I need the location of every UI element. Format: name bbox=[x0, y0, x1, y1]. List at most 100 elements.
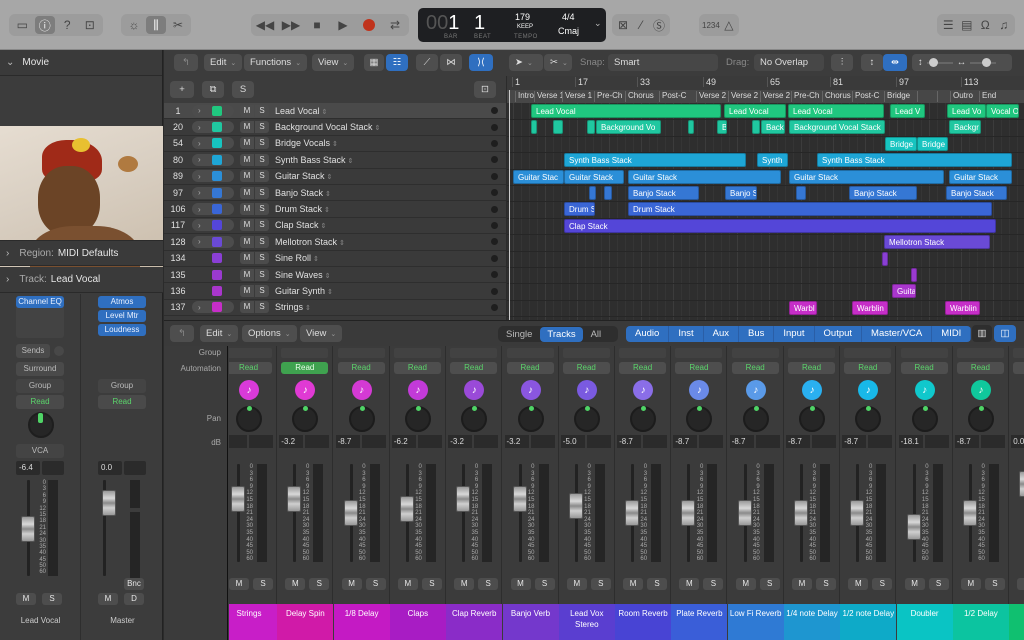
track-row[interactable]: 134 M S Sine Roll ⇕ bbox=[164, 251, 506, 267]
region[interactable]: Lead Vocal bbox=[531, 104, 721, 118]
marker[interactable]: Bridge bbox=[884, 91, 917, 102]
region[interactable]: Drum Stack bbox=[628, 202, 992, 217]
channel-name[interactable]: Doubler bbox=[896, 604, 953, 640]
channel-name[interactable]: Banjo Verb bbox=[502, 604, 559, 640]
waveform-icon[interactable]: ⫶ bbox=[831, 54, 853, 71]
solo-icon[interactable]: Ⓢ bbox=[651, 16, 667, 34]
solo-button[interactable]: S bbox=[255, 137, 269, 150]
volume-value[interactable]: -8.7 bbox=[617, 435, 642, 448]
list-icon[interactable]: ☰ bbox=[940, 16, 957, 34]
track-row[interactable]: 128 › M S Mellotron Stack ⇕ bbox=[164, 234, 506, 251]
channel-name[interactable]: 1/8 Delay bbox=[333, 604, 390, 640]
region[interactable]: Lead Vo bbox=[947, 104, 986, 118]
mute-button[interactable]: M bbox=[240, 137, 254, 150]
region[interactable]: Guitar Stack bbox=[564, 169, 624, 184]
solo-button[interactable]: S bbox=[255, 301, 269, 314]
record-enable-dot[interactable] bbox=[491, 238, 498, 246]
dim-button[interactable]: D bbox=[124, 593, 144, 605]
solo-button[interactable]: S bbox=[759, 578, 780, 590]
mute-button[interactable]: M bbox=[240, 186, 254, 199]
track-expand[interactable]: › bbox=[192, 104, 234, 117]
channel-name[interactable]: Delay Spin bbox=[277, 604, 334, 640]
track-name[interactable]: Sine Roll ⇕ bbox=[275, 253, 491, 263]
track-name[interactable]: Synth Bass Stack ⇕ bbox=[275, 155, 491, 165]
track-row[interactable]: 136 M S Guitar Synth ⇕ bbox=[164, 283, 506, 300]
track-expand[interactable] bbox=[192, 269, 234, 281]
region[interactable] bbox=[688, 120, 694, 135]
mute-button[interactable]: M bbox=[397, 578, 418, 590]
track-row[interactable]: 97 › M S Banjo Stack ⇕ bbox=[164, 185, 506, 202]
region[interactable]: Clap Stack bbox=[564, 218, 996, 233]
mixer-options-menu[interactable]: Options ⌄ bbox=[242, 325, 297, 342]
cycle-icon[interactable]: ⇄ bbox=[384, 16, 406, 34]
arrange-grid[interactable]: Lead Vocal Lead Vocal Lead Vocal Lead V Lead… bbox=[507, 103, 1024, 320]
notepad-icon[interactable]: ▤ bbox=[959, 16, 976, 34]
region[interactable]: Guitar Stac bbox=[513, 169, 564, 184]
marker-track[interactable]: Intro Verse 1 Verse 1 Pre-Ch Chorus Post-C Ver… bbox=[507, 90, 1024, 103]
marker[interactable]: Chorus bbox=[822, 91, 852, 102]
mute-button[interactable]: M bbox=[240, 285, 254, 298]
region[interactable] bbox=[911, 268, 917, 282]
help-icon[interactable]: ? bbox=[57, 16, 78, 34]
rewind-icon[interactable]: ◀◀ bbox=[254, 16, 276, 34]
volume-value[interactable]: -5.0 bbox=[560, 435, 585, 448]
mute-button[interactable]: M bbox=[240, 252, 254, 265]
track-expand[interactable] bbox=[192, 252, 234, 264]
send-knob[interactable] bbox=[54, 346, 64, 356]
mute-button[interactable]: M bbox=[240, 153, 254, 166]
volume-fader[interactable] bbox=[512, 485, 527, 512]
group-slot[interactable] bbox=[675, 348, 723, 358]
scissors-tool[interactable]: ✂ ⌄ bbox=[544, 54, 572, 71]
marker[interactable]: Pre-Ch bbox=[791, 91, 822, 102]
track-row[interactable]: 89 › M S Guitar Stack ⇕ bbox=[164, 169, 506, 185]
mute-button[interactable]: M bbox=[98, 593, 118, 605]
mute-button[interactable]: M bbox=[566, 578, 587, 590]
global-solo-button[interactable]: S bbox=[232, 81, 254, 98]
region[interactable]: Warblin bbox=[852, 300, 888, 315]
mute-button[interactable]: M bbox=[510, 578, 531, 590]
track-name[interactable]: Guitar Stack ⇕ bbox=[275, 171, 491, 181]
automation-mode[interactable]: Read bbox=[393, 362, 441, 374]
channel-name[interactable]: 1/2 Delay bbox=[952, 604, 1009, 640]
mixer-edit-menu[interactable]: Edit ⌄ bbox=[200, 325, 239, 342]
region[interactable] bbox=[752, 120, 760, 135]
volume-value[interactable]: -8.7 bbox=[673, 435, 698, 448]
track-expand[interactable]: › bbox=[192, 203, 234, 216]
volume-value[interactable]: -8.7 bbox=[954, 435, 979, 448]
track-row[interactable]: 80 › M S Synth Bass Stack ⇕ bbox=[164, 152, 506, 169]
region[interactable]: Bridge bbox=[885, 136, 917, 151]
solo-button[interactable]: S bbox=[255, 104, 269, 117]
record-enable-dot[interactable] bbox=[491, 123, 498, 131]
volume-value[interactable]: -6.2 bbox=[391, 435, 416, 448]
solo-button[interactable]: S bbox=[647, 578, 668, 590]
mute-button[interactable]: M bbox=[240, 268, 254, 281]
group-slot[interactable] bbox=[562, 348, 610, 358]
automation-mode[interactable]: Read bbox=[900, 362, 948, 374]
group-slot[interactable] bbox=[1013, 348, 1024, 358]
solo-button[interactable]: S bbox=[816, 578, 836, 590]
region[interactable]: Mellotron Stack bbox=[884, 235, 990, 250]
volume-fader[interactable] bbox=[906, 514, 921, 541]
solo-button[interactable]: S bbox=[984, 578, 1005, 590]
automation-mode[interactable]: Read bbox=[337, 362, 385, 374]
region[interactable]: Guitar Stack bbox=[628, 169, 781, 184]
channel-name[interactable]: Clap Reverb bbox=[446, 604, 503, 640]
region[interactable]: Guitar Stack bbox=[949, 169, 1012, 184]
group-slot[interactable] bbox=[956, 348, 1004, 358]
volume-fader[interactable] bbox=[681, 500, 696, 526]
record-enable-dot[interactable] bbox=[491, 156, 498, 164]
solo-button[interactable]: S bbox=[255, 153, 269, 166]
marker[interactable]: Post-C bbox=[852, 91, 884, 102]
drag-select[interactable]: No Overlap bbox=[754, 54, 824, 71]
volume-fader[interactable] bbox=[231, 485, 245, 512]
channel-name[interactable]: Low Fi Reverb bbox=[727, 604, 784, 640]
grid-icon[interactable]: ▦ bbox=[364, 54, 384, 71]
automation-mode[interactable]: Read bbox=[788, 362, 835, 374]
volume-fader[interactable] bbox=[399, 496, 414, 523]
volume-fader[interactable] bbox=[794, 500, 808, 526]
region[interactable]: Banjo Stack bbox=[849, 186, 917, 200]
record-enable-dot[interactable] bbox=[491, 172, 498, 180]
volume-value[interactable]: -8.7 bbox=[786, 435, 810, 448]
solo-button[interactable]: S bbox=[255, 121, 269, 134]
single-button[interactable]: Single bbox=[498, 329, 540, 340]
